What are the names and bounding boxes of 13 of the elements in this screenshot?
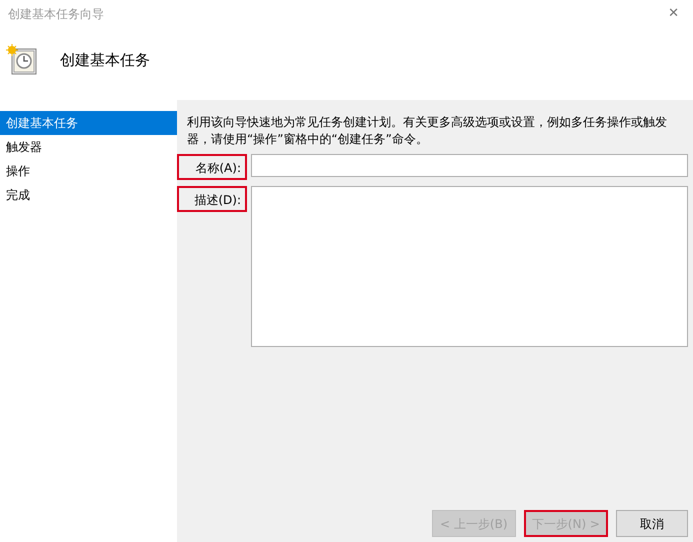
name-field[interactable]: [251, 154, 688, 177]
sidebar-item[interactable]: 完成: [0, 183, 177, 207]
wizard-button[interactable]: 取消: [616, 510, 688, 537]
sidebar-item[interactable]: 触发器: [0, 135, 177, 159]
close-button[interactable]: ✕: [662, 4, 685, 24]
sidebar-item[interactable]: 操作: [0, 159, 177, 183]
window-title: 创建基本任务向导: [8, 6, 104, 23]
field-label: 名称(A):: [177, 154, 247, 180]
sidebar-item[interactable]: 创建基本任务: [0, 111, 177, 135]
description-field[interactable]: [251, 186, 688, 347]
wizard-heading: 创建基本任务: [60, 50, 150, 71]
description-text: 利用该向导快速地为常见任务创建计划。有关更多高级选项或设置，例如多任务操作或触发器，请使用“操作”窗格中的“创建任务”命令。: [187, 114, 668, 148]
field-label: 描述(D):: [177, 186, 247, 212]
